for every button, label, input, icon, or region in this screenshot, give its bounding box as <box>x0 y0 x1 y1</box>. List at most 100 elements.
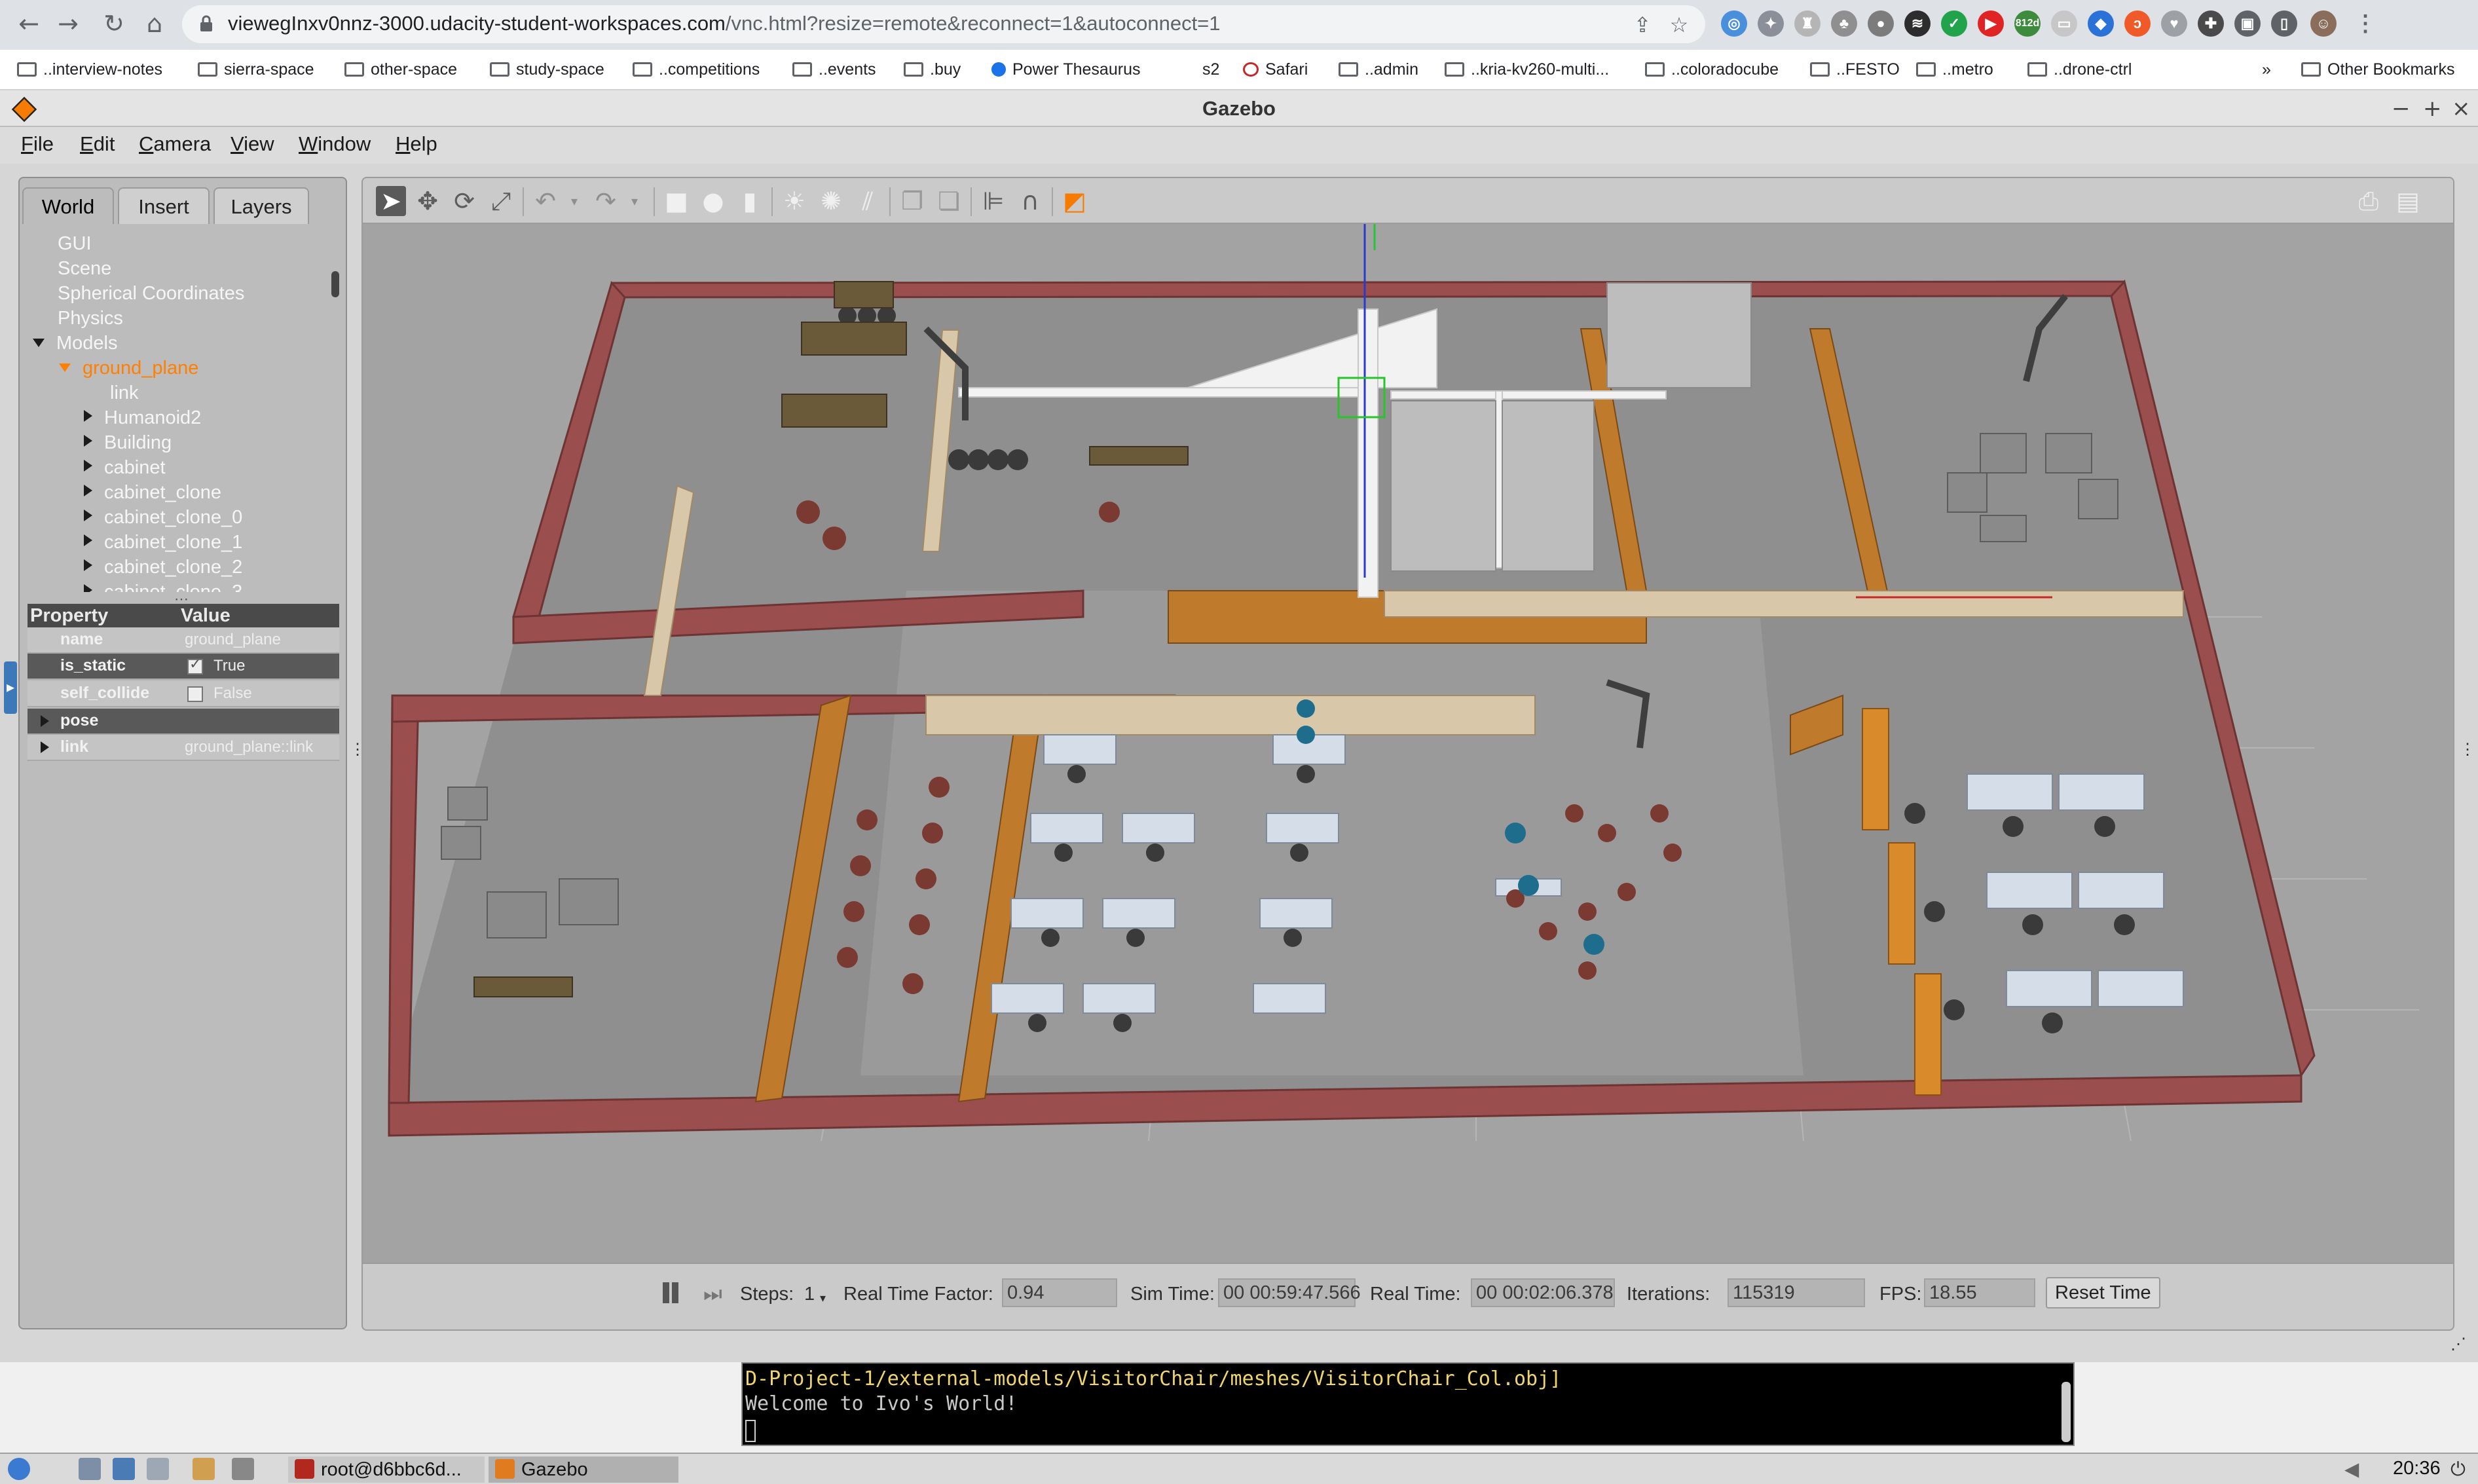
profile-avatar[interactable]: ☺ <box>2310 10 2337 37</box>
tab-world[interactable]: World <box>22 187 114 224</box>
browser-launcher-icon[interactable] <box>113 1458 135 1480</box>
menu-window[interactable]: Window <box>299 132 371 156</box>
reset-time-button[interactable]: Reset Time <box>2046 1277 2160 1308</box>
close-button[interactable]: × <box>2452 96 2471 122</box>
bookmark-link[interactable]: Power Thesaurus <box>991 56 1140 83</box>
bookmark-folder[interactable]: ..interview-notes <box>17 56 162 83</box>
address-bar[interactable]: viewegInxv0nnz-3000.udacity-student-work… <box>182 5 1705 43</box>
tree-item-cabinet-clone-2[interactable]: cabinet_clone_2 <box>84 557 242 578</box>
bookmark-folder[interactable]: ..drone-ctrl <box>2027 56 2132 83</box>
menu-file[interactable]: File <box>21 132 54 156</box>
expand-arrow-icon[interactable] <box>41 715 49 727</box>
right-panel-handle[interactable]: ⋮ <box>2460 740 2475 759</box>
bookmark-link[interactable]: s2 <box>1202 56 1219 83</box>
cast-icon[interactable]: ▣ <box>2234 10 2261 37</box>
menu-view[interactable]: View <box>231 132 274 156</box>
extension-badge-icon[interactable]: 812d <box>2014 10 2041 37</box>
extension-icon[interactable]: ● <box>1868 10 1894 37</box>
expand-arrow-icon[interactable] <box>84 584 92 592</box>
tree-item-ground-plane[interactable]: ground_plane <box>59 358 198 379</box>
expand-arrow-icon[interactable] <box>33 339 45 347</box>
spot-light-icon[interactable]: ✺ <box>816 186 846 216</box>
resize-grip-icon[interactable]: ⋰ <box>2450 1335 2466 1354</box>
bookmark-folder[interactable]: ..kria-kv260-multi... <box>1445 56 1609 83</box>
tree-item-link[interactable]: link <box>110 382 139 404</box>
volume-icon[interactable]: ◀ <box>2344 1456 2359 1483</box>
steps-dropdown-icon[interactable]: ▾ <box>820 1291 826 1305</box>
tab-insert[interactable]: Insert <box>118 187 210 224</box>
tree-scrollbar[interactable] <box>331 271 339 297</box>
tree-item-physics[interactable]: Physics <box>58 308 123 329</box>
sphere-shape-icon[interactable]: ● <box>698 186 728 216</box>
tree-item-cabinet-clone-0[interactable]: cabinet_clone_0 <box>84 507 242 529</box>
puzzle-icon[interactable]: ✚ <box>2198 10 2224 37</box>
expand-arrow-icon[interactable] <box>84 460 92 472</box>
expand-arrow-icon[interactable] <box>84 485 92 496</box>
tree-item-building[interactable]: Building <box>84 432 172 454</box>
self-collide-checkbox[interactable] <box>187 686 203 702</box>
pause-icon[interactable] <box>659 1278 682 1307</box>
tab-layers[interactable]: Layers <box>213 187 309 224</box>
terminal-scrollbar[interactable] <box>2062 1382 2071 1442</box>
steps-spinbox[interactable]: 1 <box>804 1284 815 1305</box>
minimize-button[interactable]: − <box>2392 96 2411 122</box>
tree-item-gui[interactable]: GUI <box>58 233 92 255</box>
taskbar-item-terminal[interactable]: root@d6bbc6d... <box>288 1456 485 1483</box>
bookmark-folder[interactable]: ..events <box>792 56 876 83</box>
taskbar-item-gazebo[interactable]: Gazebo <box>489 1456 678 1483</box>
snap-icon[interactable]: ∩ <box>1015 186 1045 216</box>
tree-item-cabinet[interactable]: cabinet <box>84 457 166 479</box>
tree-item-cabinet-clone-3[interactable]: cabinet_clone_3 <box>84 582 242 592</box>
terminal-window[interactable]: D-Project-1/external-models/VisitorChair… <box>741 1362 2075 1446</box>
extension-icon[interactable]: ✦ <box>1758 10 1784 37</box>
menu-help[interactable]: Help <box>396 132 437 156</box>
paste-icon[interactable]: ❏ <box>934 186 964 216</box>
forward-button[interactable]: → <box>52 8 84 39</box>
expand-arrow-icon[interactable] <box>84 410 92 422</box>
record-log-icon[interactable]: ▤ <box>2393 186 2423 216</box>
expand-arrow-icon[interactable] <box>84 559 92 571</box>
prop-row-pose[interactable]: pose <box>28 709 339 735</box>
tree-item-scene[interactable]: Scene <box>58 258 111 280</box>
undo-icon[interactable]: ↶ <box>530 186 561 216</box>
extension-icon[interactable]: ◎ <box>1721 10 1747 37</box>
reload-button[interactable]: ↻ <box>98 8 130 39</box>
bookmark-folder[interactable]: ..coloradocube <box>1645 56 1779 83</box>
menu-kebab-icon[interactable]: ⋮ <box>2352 10 2378 37</box>
view-angle-icon[interactable]: ◩ <box>1060 186 1090 216</box>
align-icon[interactable]: ⊫ <box>978 186 1008 216</box>
maximize-button[interactable]: + <box>2423 96 2442 122</box>
bookmark-folder[interactable]: ..admin <box>1339 56 1418 83</box>
select-mode-icon[interactable]: ➤ <box>376 186 406 216</box>
world-render[interactable] <box>363 224 2454 1263</box>
redo-icon[interactable]: ↷ <box>591 186 621 216</box>
other-bookmarks-folder[interactable]: Other Bookmarks <box>2301 56 2455 83</box>
extension-icon[interactable]: ▭ <box>2051 10 2077 37</box>
back-button[interactable]: ← <box>13 8 45 39</box>
menu-edit[interactable]: Edit <box>80 132 115 156</box>
tree-item-cabinet-clone-1[interactable]: cabinet_clone_1 <box>84 532 242 553</box>
bookmark-star-icon[interactable]: ☆ <box>1667 13 1691 37</box>
bookmark-folder[interactable]: ..FESTO <box>1810 56 1900 83</box>
translate-mode-icon[interactable]: ✥ <box>413 186 443 216</box>
tree-item-humanoid2[interactable]: Humanoid2 <box>84 407 201 429</box>
power-icon[interactable]: ⏻ <box>2450 1456 2466 1483</box>
extension-icon[interactable]: ◆ <box>2088 10 2114 37</box>
home-button[interactable]: ⌂ <box>139 8 170 39</box>
expand-arrow-icon[interactable] <box>84 510 92 521</box>
rotate-mode-icon[interactable]: ⟳ <box>449 186 479 216</box>
bookmark-folder[interactable]: .buy <box>904 56 961 83</box>
extension-icon[interactable]: ✓ <box>1941 10 1967 37</box>
expand-arrow-icon[interactable] <box>84 435 92 447</box>
side-expander-button[interactable]: ▸ <box>4 661 17 714</box>
bookmarks-overflow-button[interactable]: » <box>2262 56 2271 83</box>
tree-item-cabinet-clone[interactable]: cabinet_clone <box>84 482 221 504</box>
extension-icon[interactable]: ↄ <box>2124 10 2151 37</box>
bookmark-folder[interactable]: study-space <box>490 56 604 83</box>
expand-arrow-icon[interactable] <box>41 741 49 753</box>
file-manager-icon[interactable] <box>79 1458 101 1480</box>
redo-dropdown-icon[interactable]: ▾ <box>620 186 650 216</box>
extension-icon[interactable]: ♥ <box>2161 10 2187 37</box>
bookmark-folder[interactable]: ..metro <box>1916 56 1993 83</box>
extension-icon[interactable]: ♣ <box>1831 10 1857 37</box>
